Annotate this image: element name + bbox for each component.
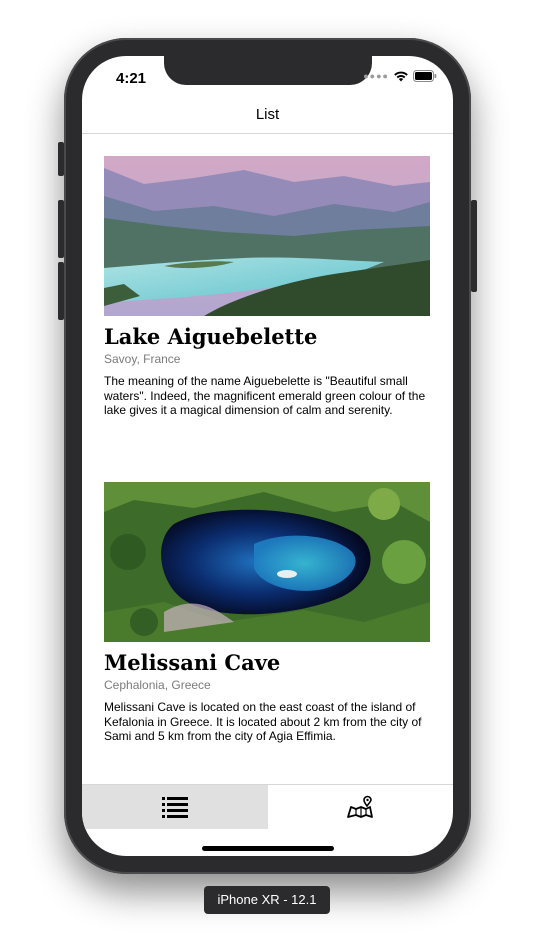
volume-up-button xyxy=(58,200,64,258)
place-location: Cephalonia, Greece xyxy=(104,678,211,692)
wifi-icon xyxy=(394,71,408,82)
status-icons: ●●●● xyxy=(363,70,437,82)
map-icon xyxy=(347,795,374,818)
list-icon xyxy=(161,797,188,818)
place-location: Savoy, France xyxy=(104,352,181,366)
place-name: Lake Aiguebelette xyxy=(104,324,318,349)
signal-icon: ●●●● xyxy=(363,71,389,81)
tab-map[interactable] xyxy=(268,785,454,829)
battery-icon xyxy=(413,70,437,82)
home-indicator[interactable] xyxy=(202,846,334,851)
place-description: Melissani Cave is located on the east co… xyxy=(104,700,422,743)
place-description: The meaning of the name Aiguebelette is … xyxy=(104,374,426,417)
power-button xyxy=(471,200,477,292)
place-card[interactable]: Melissani Cave Cephalonia, Greece Meliss… xyxy=(104,482,431,744)
mute-switch xyxy=(58,142,64,176)
screen: 4:21 ●●●● List Lake Aiguebelette Savoy, … xyxy=(82,56,453,856)
place-image-cave xyxy=(104,482,430,642)
tab-bar xyxy=(82,784,453,829)
place-name: Melissani Cave xyxy=(104,650,281,675)
navigation-bar: List xyxy=(82,100,453,134)
place-card[interactable]: Lake Aiguebelette Savoy, France The mean… xyxy=(104,156,431,418)
tab-list[interactable] xyxy=(82,785,268,829)
notch xyxy=(164,56,372,85)
page-title: List xyxy=(255,106,280,123)
phone-frame: 4:21 ●●●● List Lake Aiguebelette Savoy, … xyxy=(58,38,477,874)
status-time: 4:21 xyxy=(116,70,147,87)
device-label: iPhone XR - 12.1 xyxy=(204,886,330,914)
place-image-lake xyxy=(104,156,430,316)
volume-down-button xyxy=(58,262,64,320)
